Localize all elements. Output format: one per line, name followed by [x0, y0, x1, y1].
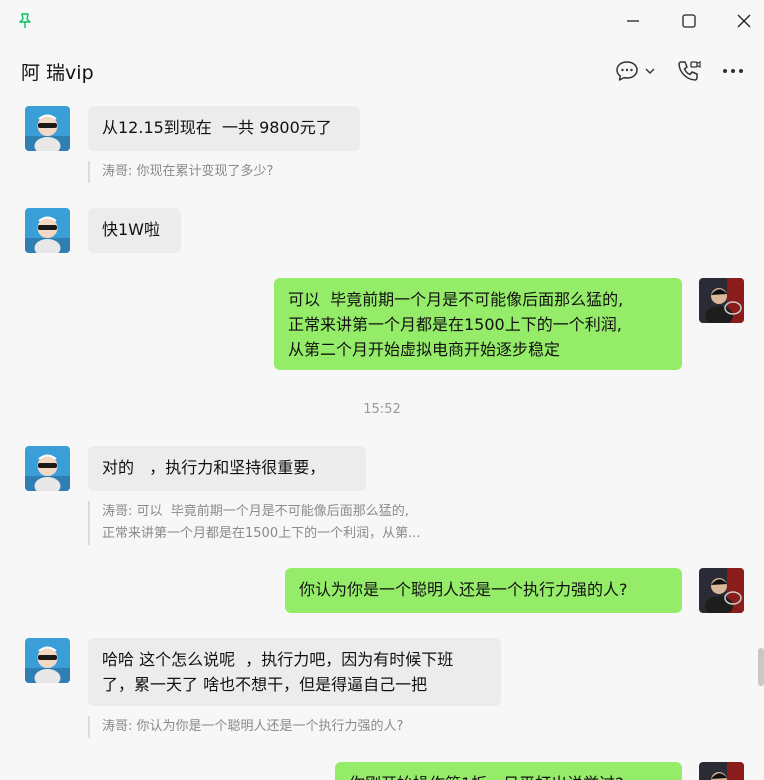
title-bar — [0, 0, 764, 42]
avatar[interactable] — [699, 568, 744, 613]
maximize-icon[interactable] — [680, 12, 698, 30]
chat-header: 阿 瑞vip — [0, 42, 764, 100]
quoted-reply[interactable]: 涛哥: 可以 毕竟前期一个月是不可能像后面那么猛的, 正常来讲第一个月都是在15… — [88, 501, 528, 545]
message-bubble[interactable]: 对的 ，执行力和坚持很重要， — [88, 446, 366, 491]
message-bubble[interactable]: 你认为你是一个聪明人还是一个执行力强的人? — [285, 568, 682, 613]
chevron-down-icon[interactable] — [644, 66, 656, 76]
scrollbar-thumb[interactable] — [758, 648, 764, 686]
minimize-icon[interactable] — [624, 12, 642, 30]
message-bubble[interactable]: 可以 毕竟前期一个月是不可能像后面那么猛的, 正常来讲第一个月都是在1500上下… — [274, 278, 682, 370]
timestamp: 15:52 — [363, 402, 401, 417]
close-icon[interactable] — [735, 12, 753, 30]
pin-icon[interactable] — [16, 12, 34, 30]
avatar[interactable] — [25, 106, 70, 151]
message-bubble[interactable]: 从12.15到现在 一共 9800元了 — [88, 106, 360, 151]
chat-title: 阿 瑞vip — [21, 62, 94, 84]
message-bubble[interactable]: 你刚开始操作第1板，日平打出说举过? — [335, 762, 682, 780]
avatar[interactable] — [699, 278, 744, 323]
avatar[interactable] — [25, 208, 70, 253]
message-bubble[interactable]: 哈哈 这个怎么说呢 ，执行力吧，因为有时候下班 了，累一天了 啥也不想干，但是得… — [88, 638, 501, 706]
chat-window: 阿 瑞vip 从12.15到现在 一共 9800元了 涛哥: 你现在累计变现了多… — [0, 0, 764, 780]
avatar[interactable] — [25, 638, 70, 683]
chat-bubble-icon[interactable] — [615, 60, 639, 82]
quoted-reply[interactable]: 涛哥: 你现在累计变现了多少? — [88, 161, 488, 183]
avatar[interactable] — [25, 446, 70, 491]
voice-video-call-icon[interactable] — [676, 59, 702, 83]
message-bubble[interactable]: 快1W啦 — [88, 208, 181, 253]
message-list[interactable]: 从12.15到现在 一共 9800元了 涛哥: 你现在累计变现了多少? 快1W啦… — [0, 100, 764, 780]
quoted-reply[interactable]: 涛哥: 你认为你是一个聪明人还是一个执行力强的人? — [88, 716, 488, 738]
avatar[interactable] — [699, 762, 744, 780]
more-dots-icon[interactable] — [722, 68, 744, 74]
